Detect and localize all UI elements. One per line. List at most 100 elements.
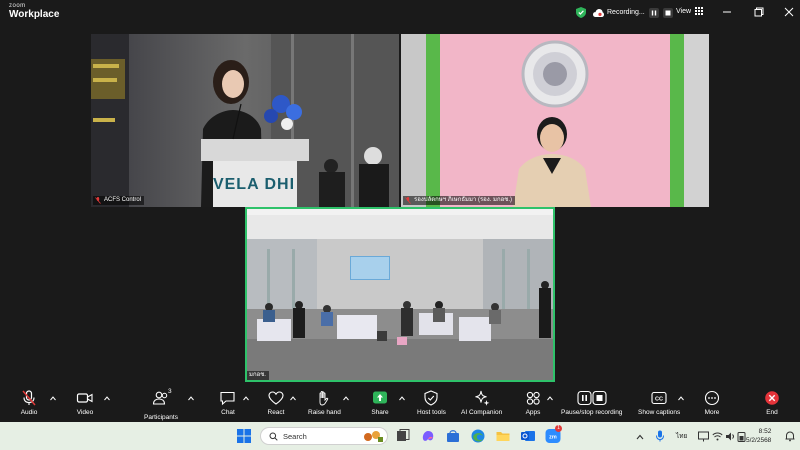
participant-name-tag: รองปลัดกษฯ ภิเษกธัมมา (รอง. มกอช.) <box>403 196 515 205</box>
closed-captions-icon: CC <box>651 391 667 405</box>
windows-start-icon[interactable] <box>236 428 252 444</box>
video-feed-pink-wall <box>401 34 709 207</box>
minimize-icon[interactable] <box>722 7 732 17</box>
volume-icon[interactable] <box>725 431 736 442</box>
os-taskbar: Search zm 1 ไทย 8:52 5/2/2568 <box>0 422 800 450</box>
taskbar-search[interactable]: Search <box>260 427 388 445</box>
mic-muted-icon <box>95 197 101 204</box>
more-button[interactable]: More <box>703 390 721 416</box>
participants-button[interactable]: 3 Participants <box>144 388 178 421</box>
pause-stop-recording-label: Pause/stop recording <box>561 409 623 416</box>
mic-muted-icon <box>22 390 36 406</box>
pause-icon <box>651 10 656 15</box>
stop-recording-button[interactable] <box>662 7 673 18</box>
chevron-up-icon[interactable] <box>635 432 645 442</box>
view-label: View <box>676 7 692 15</box>
clock-time: 8:52 <box>758 428 772 435</box>
audio-button[interactable]: Audio <box>20 390 38 416</box>
grid-icon <box>695 7 704 15</box>
pause-stop-recording-button[interactable]: Pause/stop recording <box>561 390 622 416</box>
file-explorer-icon[interactable] <box>495 428 511 444</box>
video-feed-conference-hall <box>247 209 553 380</box>
video-button[interactable]: Video <box>76 390 94 416</box>
svg-text:zm: zm <box>549 435 557 441</box>
react-label: React <box>267 409 285 416</box>
end-button[interactable]: End <box>763 390 781 416</box>
meeting-toolbar: Audio Video 3 Participants Chat React Ra… <box>0 388 800 422</box>
recording-label: Recording... <box>607 9 645 16</box>
video-tile-conference-hall[interactable]: มกอช. <box>245 207 555 382</box>
video-tile-deputy[interactable]: รองปลัดกษฯ ภิเษกธัมมา (รอง. มกอช.) <box>401 34 709 207</box>
zoom-app-taskbar-button[interactable]: zm 1 <box>545 425 562 444</box>
pause-recording-button[interactable] <box>648 7 659 18</box>
close-icon[interactable] <box>784 7 794 17</box>
pause-stop-recording-icon <box>577 390 607 406</box>
video-options-chevron-icon[interactable] <box>104 396 110 401</box>
edge-browser-icon[interactable] <box>470 428 486 444</box>
input-language[interactable]: ไทย <box>676 431 687 441</box>
apps-button[interactable]: Apps <box>524 390 542 416</box>
task-view-icon[interactable] <box>395 428 411 444</box>
show-captions-button[interactable]: CC Show captions <box>638 390 680 416</box>
participant-name-tag: ACFS Control <box>93 196 145 205</box>
show-captions-label: Show captions <box>638 409 681 416</box>
search-icon <box>269 432 278 441</box>
end-label: End <box>766 409 778 416</box>
display-icon[interactable] <box>698 431 709 442</box>
maximize-icon[interactable] <box>754 7 764 17</box>
ai-companion-label: AI Companion <box>461 409 503 416</box>
title-bar: zoom Workplace Recording... View <box>0 0 800 26</box>
end-call-icon <box>765 391 779 405</box>
participants-options-chevron-icon[interactable] <box>188 396 194 401</box>
captions-options-chevron-icon[interactable] <box>678 396 684 401</box>
store-icon[interactable] <box>445 428 461 444</box>
sparkle-icon <box>474 390 489 406</box>
raise-hand-options-chevron-icon[interactable] <box>343 396 349 401</box>
notification-badge: 1 <box>555 425 562 432</box>
outlook-icon[interactable] <box>520 428 536 444</box>
chat-icon <box>220 391 235 406</box>
participant-name: รองปลัดกษฯ ภิเษกธัมมา (รอง. มกอช.) <box>414 197 512 203</box>
hand-icon <box>319 391 329 406</box>
notification-bell-icon[interactable] <box>784 430 796 442</box>
audio-label: Audio <box>20 409 38 416</box>
apps-options-chevron-icon[interactable] <box>547 396 553 401</box>
participants-count: 3 <box>167 388 172 395</box>
search-highlight-icon <box>364 431 383 442</box>
recording-indicator[interactable]: Recording... <box>576 6 673 19</box>
video-tile-acfs-control[interactable]: VELA DHI ACFS Control <box>91 34 399 207</box>
host-tools-button[interactable]: Host tools <box>417 390 446 416</box>
share-screen-icon <box>373 391 387 404</box>
react-options-chevron-icon[interactable] <box>290 396 296 401</box>
podium-logo-text: VELA DHI <box>212 176 296 193</box>
apps-icon <box>526 391 540 405</box>
audio-options-chevron-icon[interactable] <box>50 396 56 401</box>
share-button[interactable]: Share <box>371 390 389 416</box>
cloud-icon <box>593 8 604 17</box>
app-logo: zoom Workplace <box>9 3 59 20</box>
more-label: More <box>704 409 720 416</box>
clock-date: 5/2/2568 <box>746 437 772 444</box>
chat-button[interactable]: Chat <box>219 390 237 416</box>
mic-muted-icon <box>405 197 411 204</box>
share-options-chevron-icon[interactable] <box>399 396 405 401</box>
chat-label: Chat <box>221 409 235 416</box>
heart-icon <box>268 391 284 405</box>
participant-name: ACFS Control <box>104 197 142 203</box>
more-dots-icon <box>704 390 720 406</box>
microphone-icon[interactable] <box>655 430 665 442</box>
ai-companion-button[interactable]: AI Companion <box>461 390 502 416</box>
chat-options-chevron-icon[interactable] <box>243 396 249 401</box>
participant-name-tag: มกอช. <box>247 371 269 380</box>
react-button[interactable]: React <box>267 390 285 416</box>
copilot-icon[interactable] <box>420 428 436 444</box>
svg-text:CC: CC <box>655 397 663 403</box>
shield-icon <box>424 390 439 406</box>
apps-label: Apps <box>525 409 541 416</box>
raise-hand-button[interactable]: Raise hand <box>308 390 341 416</box>
system-clock[interactable]: 8:52 5/2/2568 <box>746 427 771 445</box>
view-button[interactable]: View <box>676 7 704 15</box>
wifi-icon[interactable] <box>712 431 723 442</box>
video-camera-icon <box>76 393 93 403</box>
raise-hand-label: Raise hand <box>308 409 341 416</box>
